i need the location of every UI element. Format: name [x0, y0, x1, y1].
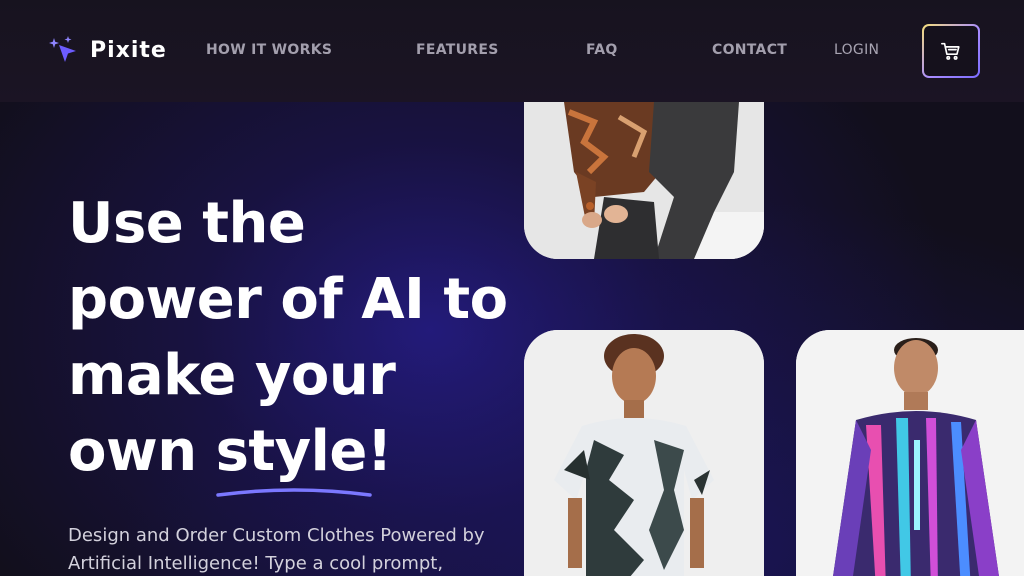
highlight-suffix: !	[366, 419, 393, 484]
cart-icon	[941, 42, 960, 60]
brand-name: Pixite	[90, 37, 167, 63]
headline-line-2: power of AI to	[68, 267, 508, 332]
gallery-image-seated-model	[524, 102, 764, 259]
tie-dye-model-illustration	[524, 330, 764, 576]
nav-how-it-works[interactable]: HOW IT WORKS	[206, 42, 332, 58]
sparkle-cursor-icon	[49, 36, 76, 62]
headline-line-3: make your	[68, 343, 396, 408]
site-header: Pixite HOW IT WORKS FEATURES FAQ CONTACT…	[0, 0, 1024, 102]
hero-headline: Use the power of AI to make your own sty…	[68, 186, 508, 497]
nav-features[interactable]: FEATURES	[416, 42, 499, 58]
highlight-word: style	[215, 414, 372, 497]
gallery-image-neon-sweater-model	[796, 330, 1024, 576]
login-link[interactable]: LOGIN	[834, 42, 879, 58]
hero-subtext: Design and Order Custom Clothes Powered …	[68, 525, 485, 574]
cart-button-inner	[924, 26, 978, 76]
neon-sweater-model-illustration	[796, 330, 1024, 576]
brand-logo[interactable]: Pixite	[48, 34, 167, 66]
gallery-image-tie-dye-model	[524, 330, 764, 576]
seated-model-illustration	[524, 102, 764, 259]
cart-button[interactable]	[922, 24, 980, 78]
highlight-underline	[215, 488, 372, 497]
headline-line-1: Use the	[68, 191, 306, 256]
nav-contact[interactable]: CONTACT	[712, 42, 787, 58]
headline-line-4: own style!	[68, 414, 508, 497]
headline-line-4-prefix: own	[68, 419, 216, 484]
highlight-word-text: style	[215, 419, 368, 484]
nav-faq[interactable]: FAQ	[586, 42, 618, 58]
